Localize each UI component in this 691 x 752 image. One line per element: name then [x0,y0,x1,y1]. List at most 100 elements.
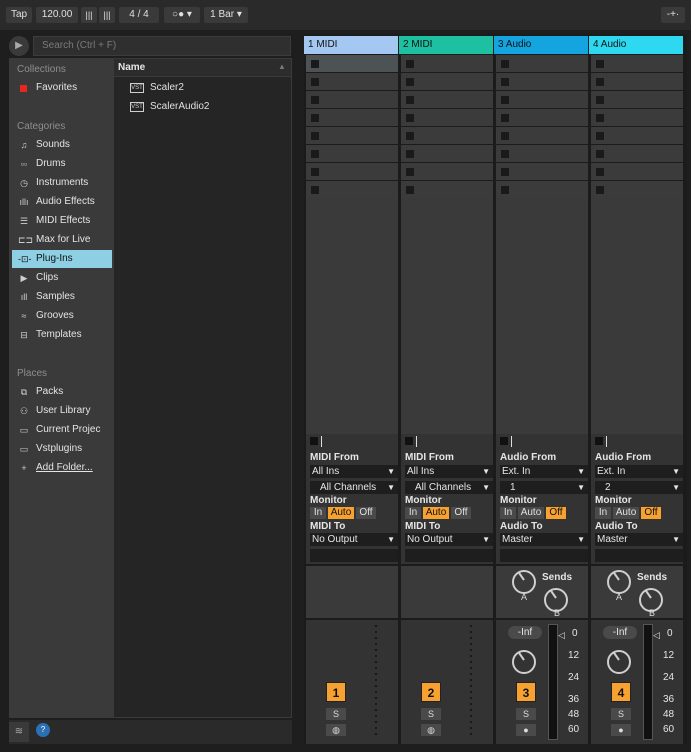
clip-slot[interactable] [306,163,398,180]
monitor-auto-button[interactable]: Auto [423,507,449,519]
clip-slot[interactable] [401,55,493,72]
sidebar-item-templates[interactable]: ⊟ Templates [12,326,112,344]
arm-icon[interactable]: ● [611,724,631,736]
tap-button[interactable]: Tap [6,7,32,23]
empty-clip-area[interactable] [496,198,588,434]
monitor-auto-button[interactable]: Auto [518,507,544,519]
track-activator-button[interactable]: 2 [421,682,441,702]
track-activator-button[interactable]: 4 [611,682,631,702]
sidebar-item-packs[interactable]: ⧉ Packs [12,383,112,401]
input-type-select[interactable]: Ext. In ▼ [500,465,588,478]
empty-clip-area[interactable] [591,198,683,434]
nudge-up-icon[interactable]: ||| [99,7,115,23]
clip-slot[interactable] [496,127,588,144]
track-activator-button[interactable]: 3 [516,682,536,702]
sidebar-item-grooves[interactable]: ≈ Grooves [12,307,112,325]
input-channel-select[interactable]: All Channels ▼ [405,481,493,494]
monitor-off-button[interactable]: Off [641,507,661,519]
clip-slot[interactable] [306,127,398,144]
clip-slot[interactable] [591,55,683,72]
send-a-knob[interactable] [512,570,536,594]
solo-button[interactable]: S [326,708,346,720]
list-item[interactable]: VST Scaler2 [130,80,184,96]
send-a-knob[interactable] [607,570,631,594]
solo-button[interactable]: S [516,708,536,720]
sidebar-item-plug-ins[interactable]: -⊡- Plug-Ins [12,250,112,268]
sidebar-item-instruments[interactable]: ◷ Instruments [12,174,112,192]
fader-handle-icon[interactable]: ◁ [558,630,565,641]
clip-slot[interactable] [591,181,683,198]
clip-slot[interactable] [496,181,588,198]
add-folder-link[interactable]: + Add Folder... [12,459,112,477]
sidebar-item-current-project[interactable]: ▭ Current Projec [12,421,112,439]
sidebar-item-samples[interactable]: ıll Samples [12,288,112,306]
monitor-in-button[interactable]: In [310,507,326,519]
clip-slot[interactable] [401,127,493,144]
fader-handle-icon[interactable]: ◁ [653,630,660,641]
clip-slot[interactable] [401,109,493,126]
stop-clips-icon[interactable] [595,437,603,445]
monitor-in-button[interactable]: In [405,507,421,519]
output-channel-select[interactable] [405,549,493,562]
clip-slot[interactable] [496,163,588,180]
clip-slot[interactable] [306,55,398,72]
empty-clip-area[interactable] [401,198,493,434]
output-type-select[interactable]: Master ▼ [595,533,683,546]
arm-icon[interactable]: ◍ [326,724,346,736]
browser-search-input[interactable]: Search (Ctrl + F) [33,36,291,56]
list-item[interactable]: VST ScalerAudio2 [130,99,209,115]
output-channel-select[interactable] [595,549,683,562]
clip-slot[interactable] [306,73,398,90]
clip-slot[interactable] [496,109,588,126]
time-signature-field[interactable]: 4 / 4 [119,7,159,23]
name-column-header[interactable]: Name ▲ [114,59,291,77]
output-type-select[interactable]: No Output ▼ [405,533,493,546]
pan-knob[interactable] [607,650,631,674]
groove-pool-icon[interactable]: ≋ [9,722,29,742]
clip-slot[interactable] [496,73,588,90]
clip-slot[interactable] [306,109,398,126]
input-type-select[interactable]: All Ins ▼ [405,465,493,478]
output-channel-select[interactable] [310,549,398,562]
clip-slot[interactable] [306,181,398,198]
empty-clip-area[interactable] [306,198,398,434]
clip-slot[interactable] [496,145,588,162]
clip-slot[interactable] [401,91,493,108]
input-channel-select[interactable]: 2 ▼ [595,481,683,494]
clip-slot[interactable] [496,55,588,72]
monitor-off-button[interactable]: Off [451,507,471,519]
monitor-in-button[interactable]: In [500,507,516,519]
info-icon[interactable]: ? [36,723,50,737]
pan-knob[interactable] [512,650,536,674]
output-channel-select[interactable] [500,549,588,562]
arm-icon[interactable]: ◍ [421,724,441,736]
input-type-select[interactable]: Ext. In ▼ [595,465,683,478]
solo-button[interactable]: S [611,708,631,720]
monitor-auto-button[interactable]: Auto [328,507,354,519]
sidebar-item-drums[interactable]: ▫▫ Drums [12,155,112,173]
clip-slot[interactable] [591,109,683,126]
follow-icon[interactable]: -+· [661,7,685,23]
sidebar-item-user-library[interactable]: ⚇ User Library [12,402,112,420]
volume-field[interactable]: -Inf [508,626,542,639]
clip-slot[interactable] [496,91,588,108]
sidebar-item-audio-effects[interactable]: ıllı Audio Effects [12,193,112,211]
clip-slot[interactable] [591,127,683,144]
monitor-off-button[interactable]: Off [546,507,566,519]
clip-slot[interactable] [591,91,683,108]
tempo-field[interactable]: 120.00 [36,7,78,23]
input-channel-select[interactable]: 1 ▼ [500,481,588,494]
preview-play-icon[interactable]: ▶ [9,36,29,56]
arm-icon[interactable]: ● [516,724,536,736]
output-type-select[interactable]: Master ▼ [500,533,588,546]
clip-slot[interactable] [591,163,683,180]
clip-slot[interactable] [591,145,683,162]
nudge-down-icon[interactable]: ||| [81,7,97,23]
output-type-select[interactable]: No Output ▼ [310,533,398,546]
track-header[interactable]: 3 Audio [494,36,588,54]
sidebar-item-sounds[interactable]: ♫ Sounds [12,136,112,154]
track-header[interactable]: 4 Audio [589,36,683,54]
monitor-in-button[interactable]: In [595,507,611,519]
solo-button[interactable]: S [421,708,441,720]
clip-slot[interactable] [401,181,493,198]
